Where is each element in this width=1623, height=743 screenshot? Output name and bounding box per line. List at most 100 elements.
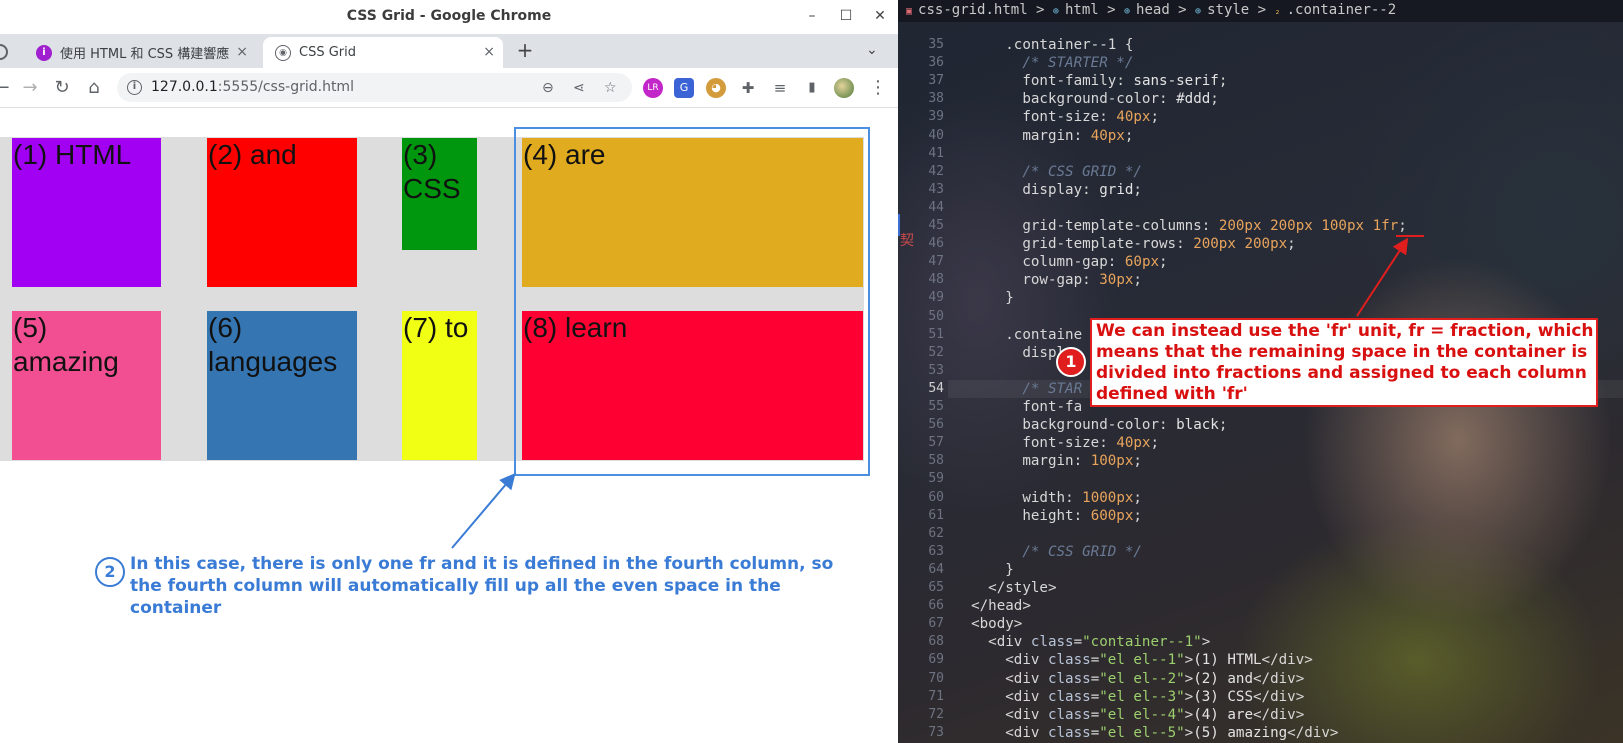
breadcrumb-head[interactable]: head — [1136, 2, 1170, 18]
line-number: 49 — [928, 290, 944, 306]
line-number: 71 — [928, 688, 944, 704]
code-line[interactable]: displ — [954, 344, 1065, 362]
code-line[interactable]: display: grid; — [954, 181, 1142, 199]
code-line[interactable]: <div class="el el--1">(1) HTML</div> — [954, 651, 1313, 669]
maximize-button[interactable]: ☐ — [835, 6, 857, 26]
line-number: 63 — [928, 543, 944, 559]
code-line[interactable]: /* CSS GRID */ — [954, 543, 1142, 561]
code-line[interactable]: </head> — [954, 597, 1031, 615]
code-line[interactable]: font-size: 40px; — [954, 434, 1159, 452]
code-line[interactable]: width: 1000px; — [954, 489, 1142, 507]
broadcast-icon: ◉ — [275, 44, 291, 61]
breadcrumb-file[interactable]: css-grid.html — [918, 2, 1028, 18]
line-number: 48 — [928, 272, 944, 288]
breadcrumb-html[interactable]: html — [1065, 2, 1099, 18]
reload-button[interactable]: ↻ — [50, 76, 74, 100]
code-line[interactable]: grid-template-columns: 200px 200px 100px… — [954, 217, 1406, 235]
line-number: 72 — [928, 706, 944, 722]
line-number: 69 — [928, 652, 944, 668]
code-line[interactable]: font-family: sans-serif; — [954, 72, 1227, 90]
line-number: 56 — [928, 417, 944, 433]
code-line[interactable]: /* STARTER */ — [954, 54, 1133, 72]
code-line[interactable]: <div class="el el--5">(5) amazing</div> — [954, 724, 1338, 742]
line-number: 38 — [928, 91, 944, 107]
code-line[interactable]: <div class="el el--3">(3) CSS</div> — [954, 688, 1304, 706]
line-number: 37 — [928, 73, 944, 89]
lr-extension-icon[interactable]: LR — [643, 78, 663, 98]
line-number: 58 — [928, 453, 944, 469]
browser-toolbar: ← → ↻ ⌂ i 127.0.0.1:5555/css-grid.html ⊖… — [0, 68, 898, 108]
line-number: 53 — [928, 362, 944, 378]
line-number: 35 — [928, 37, 944, 52]
window-title: CSS Grid - Google Chrome — [346, 8, 552, 24]
code-line[interactable]: /* CSS GRID */ — [954, 163, 1142, 181]
tab-css-grid[interactable]: ◉ CSS Grid × — [263, 37, 503, 68]
code-line[interactable]: /* STAR — [954, 380, 1082, 398]
code-line[interactable]: grid-template-rows: 200px 200px; — [954, 235, 1295, 253]
line-number: 40 — [928, 127, 944, 143]
code-line[interactable]: </style> — [954, 579, 1056, 597]
site-info-icon[interactable]: i — [127, 80, 142, 95]
code-line[interactable]: <body> — [954, 615, 1022, 633]
profile-avatar[interactable] — [834, 78, 854, 98]
tab-search-button[interactable]: ⌄ — [866, 42, 878, 58]
code-line[interactable]: font-size: 40px; — [954, 108, 1159, 126]
code-line[interactable]: .containe — [954, 326, 1082, 344]
tab-previous[interactable]: i 使用 HTML 和 CSS 構建響應 × — [26, 37, 256, 68]
page-content: (1) HTML (2) and (3) CSS (4) are (5) ama… — [0, 109, 898, 743]
cookie-extension-icon[interactable]: ◕ — [706, 78, 726, 98]
partial-tab-icon[interactable] — [0, 44, 8, 60]
line-number: 68 — [928, 634, 944, 650]
code-line[interactable]: font-fa — [954, 398, 1082, 416]
grid-cell-3: (3) CSS — [402, 138, 477, 250]
back-button[interactable]: ← — [0, 76, 14, 100]
code-line[interactable]: <div class="el el--2">(2) and</div> — [954, 670, 1304, 688]
line-number: 42 — [928, 163, 944, 179]
line-number: 45 — [928, 218, 944, 233]
minimize-button[interactable]: – — [801, 6, 823, 26]
code-line[interactable]: row-gap: 30px; — [954, 271, 1142, 289]
line-number: 43 — [928, 181, 944, 197]
line-number: 39 — [928, 109, 944, 125]
tab-close-icon[interactable]: × — [236, 44, 248, 60]
bookmark-star-icon[interactable]: ☆ — [604, 80, 617, 96]
code-line[interactable]: margin: 100px; — [954, 452, 1142, 470]
breadcrumb-selector[interactable]: .container--2 — [1287, 2, 1397, 18]
code-line[interactable]: } — [954, 289, 1014, 307]
code-line[interactable]: } — [954, 561, 1014, 579]
code-line[interactable]: <div class="container--1"> — [954, 633, 1210, 651]
address-bar[interactable]: i 127.0.0.1:5555/css-grid.html ⊖ ⋖ ☆ — [117, 73, 632, 102]
browser-window: CSS Grid - Google Chrome – ☐ ✕ i 使用 HTML… — [0, 0, 898, 743]
element-icon: ⊕ — [1052, 6, 1065, 17]
code-line[interactable]: background-color: #ddd; — [954, 90, 1218, 108]
line-number: 65 — [928, 580, 944, 595]
share-icon[interactable]: ⋖ — [573, 80, 585, 96]
translate-extension-icon[interactable]: G — [674, 78, 694, 98]
new-tab-button[interactable]: + — [513, 38, 537, 62]
purple-site-icon: i — [36, 44, 52, 61]
code-line[interactable]: height: 600px; — [954, 507, 1142, 525]
tab-label: 使用 HTML 和 CSS 構建響應 — [60, 47, 230, 62]
code-line[interactable]: column-gap: 60px; — [954, 253, 1167, 271]
code-line[interactable]: <div class="el el--4">(4) are</div> — [954, 706, 1304, 724]
code-line[interactable]: .container--1 { — [954, 36, 1133, 54]
code-line[interactable]: margin: 40px; — [954, 127, 1133, 145]
title-bar: CSS Grid - Google Chrome – ☐ ✕ — [0, 0, 898, 34]
breadcrumb-style[interactable]: style — [1207, 2, 1249, 18]
sidepanel-icon[interactable]: ▮ — [802, 78, 822, 98]
home-button[interactable]: ⌂ — [82, 76, 106, 100]
code-line[interactable]: background-color: black; — [954, 416, 1227, 434]
tab-close-icon[interactable]: × — [483, 44, 495, 60]
media-icon[interactable]: ≡ — [770, 78, 790, 98]
element-icon: ⊕ — [1123, 6, 1137, 17]
annotation-1: We can instead use the 'fr' unit, fr = f… — [1090, 318, 1598, 407]
zoom-icon[interactable]: ⊖ — [542, 80, 554, 96]
url-text[interactable]: 127.0.0.1:5555/css-grid.html — [151, 79, 354, 95]
puzzle-extension-icon[interactable]: ✚ — [738, 78, 758, 98]
forward-button[interactable]: → — [18, 76, 42, 100]
grid-cell-5: (5) amazing — [12, 311, 161, 460]
line-number: 50 — [928, 308, 944, 324]
html-file-icon: ▣ — [906, 6, 919, 17]
close-window-button[interactable]: ✕ — [869, 6, 891, 26]
chrome-menu-button[interactable]: ⋮ — [866, 76, 890, 100]
